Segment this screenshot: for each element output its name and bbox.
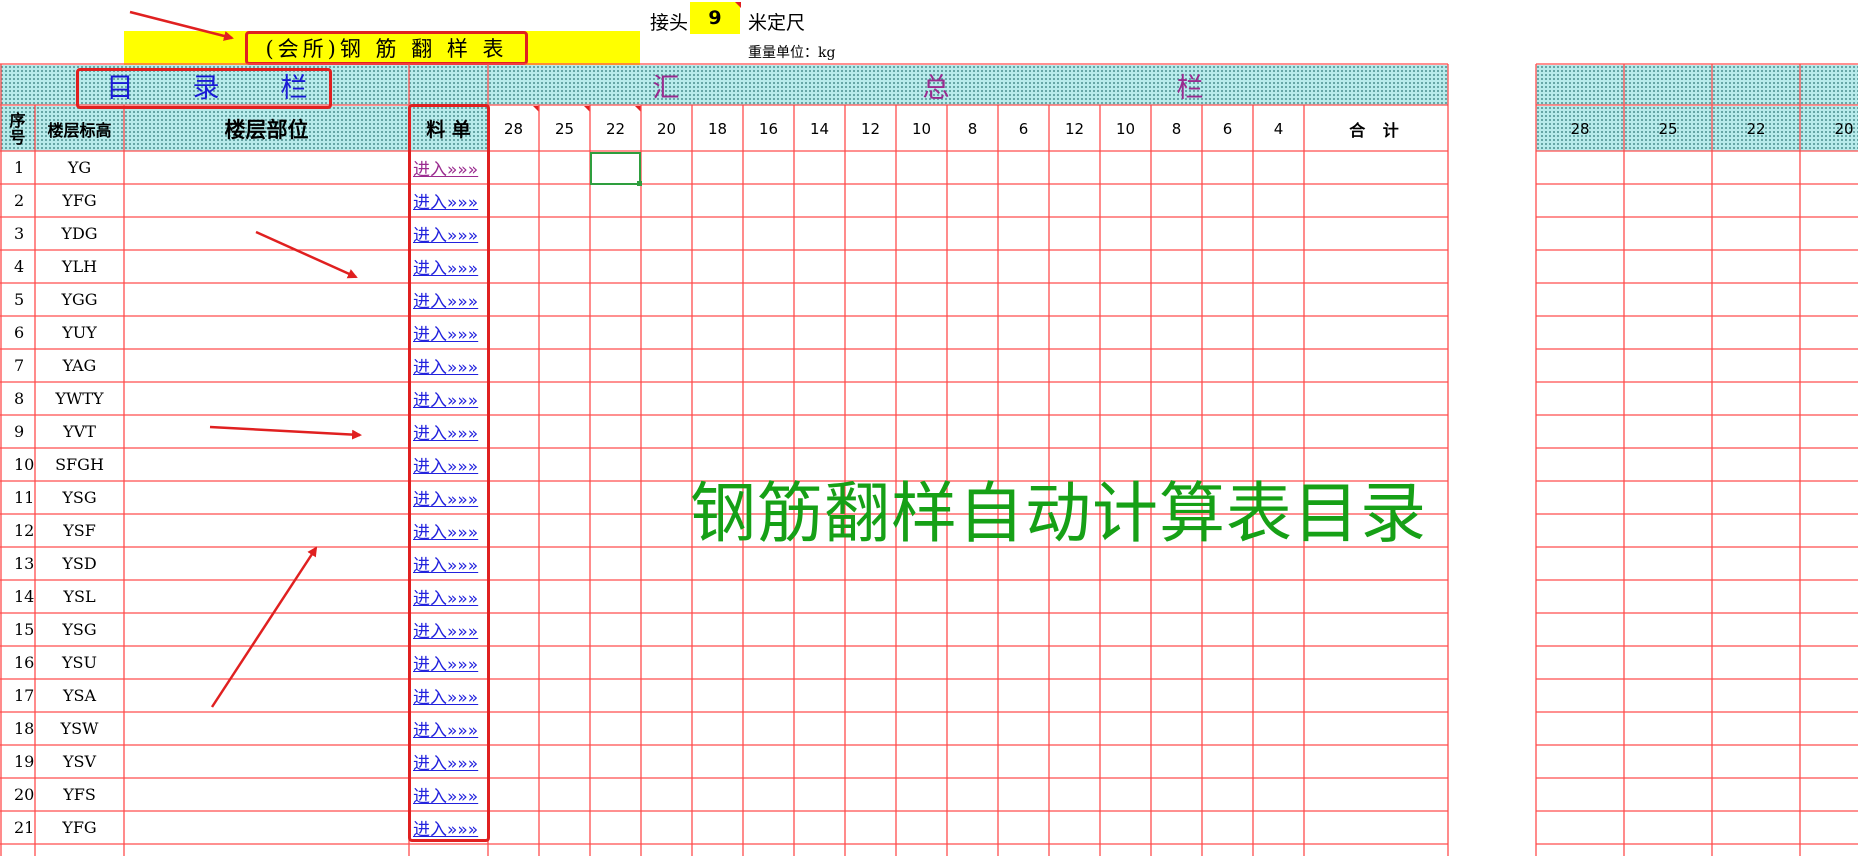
arrow-to-title: [129, 10, 234, 41]
annotation-arrows: [129, 10, 362, 708]
arrow-to-links-1: [255, 230, 358, 279]
arrow-to-links-3: [210, 546, 318, 708]
arrow-to-links-2: [209, 425, 362, 440]
watermark-caption: 钢筋翻样自动计算表目录: [690, 475, 1427, 552]
